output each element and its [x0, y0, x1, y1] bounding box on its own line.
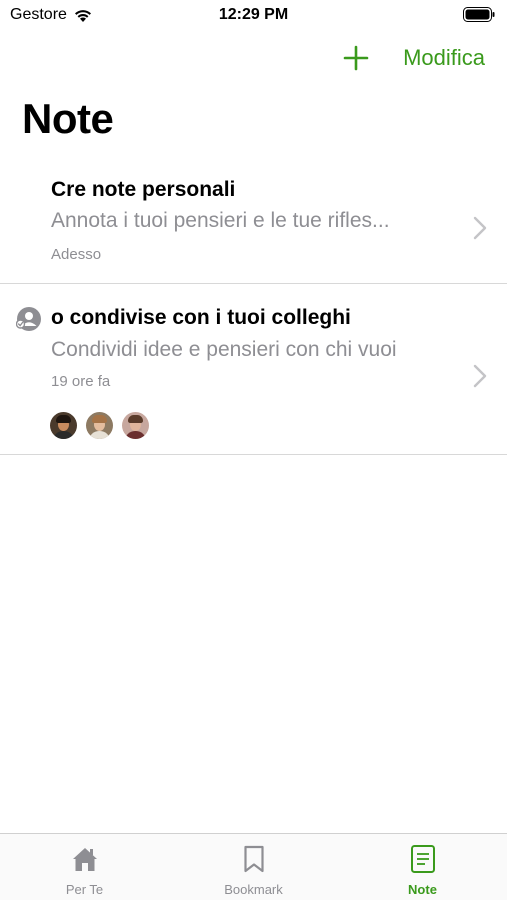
tab-bookmark[interactable]: Bookmark: [169, 834, 338, 900]
status-bar: Gestore 12:29 PM: [0, 0, 507, 30]
note-timestamp: 19 ore fa: [51, 373, 111, 390]
tab-label: Bookmark: [224, 882, 283, 897]
tab-label: Note: [408, 882, 437, 897]
tab-label: Per Te: [65, 882, 104, 897]
avatar: [122, 412, 149, 439]
note-list: Cre note personali Annota i tuoi pensier…: [0, 160, 507, 455]
tab-per-te[interactable]: Per Te: [0, 834, 169, 900]
page-title: Note: [22, 95, 114, 142]
avatar: [50, 412, 77, 439]
avatar: [86, 412, 113, 439]
note-row[interactable]: o condivise con i tuoi colleghi Condivid…: [0, 284, 507, 455]
note-title: o condivise con i tuoi colleghi: [51, 306, 351, 329]
note-row[interactable]: Cre note personali Annota i tuoi pensier…: [0, 160, 507, 284]
battery-icon: [463, 7, 495, 22]
note-title: Cre note personali: [51, 178, 236, 201]
status-time: 12:29 PM: [218, 6, 289, 23]
edit-button[interactable]: Modifica: [403, 45, 485, 71]
shared-users-icon: [16, 307, 41, 331]
tab-bar: Per Te Bookmark Note: [0, 833, 507, 900]
note-icon: [411, 845, 435, 873]
tab-note[interactable]: Note: [338, 834, 507, 900]
home-icon: [73, 848, 97, 871]
bookmark-icon: [244, 845, 264, 873]
plus-icon[interactable]: [342, 44, 370, 72]
chevron-right-icon: [473, 216, 487, 240]
chevron-right-icon: [473, 364, 487, 388]
collaborator-avatars: [50, 412, 149, 439]
nav-bar: Modifica: [0, 40, 507, 80]
note-description: Condividi idee e pensieri con chi vuoi: [51, 338, 397, 361]
note-timestamp: Adesso: [51, 246, 102, 263]
note-description: Annota i tuoi pensieri e le tue rifles..…: [51, 209, 390, 232]
